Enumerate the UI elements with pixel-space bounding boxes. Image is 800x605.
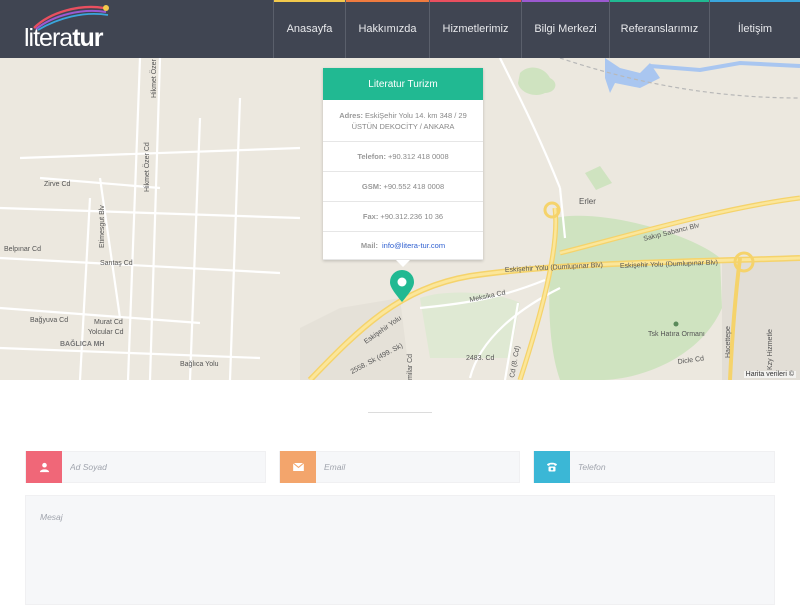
card-row-phone: Telefon: +90.312 418 0008 <box>323 142 483 172</box>
phone-label: Telefon: <box>357 152 386 161</box>
poi-marker <box>673 321 679 327</box>
email-field <box>279 451 520 483</box>
nav-accent-bar <box>522 0 609 2</box>
card-row-fax: Fax: +90.312.236 10 36 <box>323 202 483 232</box>
section-divider <box>368 412 432 413</box>
logo-wordmark: literatur <box>24 24 104 53</box>
map-label-hikmet-ozer-2: Hikmet Özer Cd <box>143 142 151 192</box>
mail-label: Mail: <box>360 241 379 250</box>
email-input[interactable] <box>316 452 519 482</box>
user-icon <box>26 451 62 483</box>
map-label-bagyuva: Bağyuva Cd <box>30 317 68 324</box>
nav-item-iletisim[interactable]: İletişim <box>709 0 800 58</box>
phone-input[interactable] <box>570 452 774 482</box>
nav-item-label: Anasayfa <box>286 23 333 35</box>
water-area <box>649 60 800 73</box>
phone-icon <box>534 451 570 483</box>
nav-item-hakkimizda[interactable]: Hakkımızda <box>345 0 429 58</box>
fax-label: Fax: <box>362 212 379 221</box>
nav-item-referanslarimiz[interactable]: Referanslarımız <box>609 0 709 58</box>
contact-info-card: Literatur Turizm Adres: EskiŞehir Yolu 14… <box>323 68 483 267</box>
park-area <box>549 215 722 380</box>
phone-value: +90.312 418 0008 <box>387 152 449 161</box>
site-logo[interactable]: literatur <box>24 5 114 53</box>
site-header: literatur Anasayfa Hakkımızda Hizmetleri… <box>0 0 800 58</box>
map-label-milar: milar Cd <box>407 354 414 380</box>
logo-bold-text: tur <box>72 24 103 52</box>
map-label-erler: Erler <box>579 197 596 206</box>
map-label-dicle: Dicle Cd <box>677 355 704 366</box>
nav-item-label: Hizmetlerimiz <box>442 23 509 35</box>
gsm-label: GSM: <box>361 182 382 191</box>
card-title: Literatur Turizm <box>323 68 483 100</box>
nav-accent-bar <box>430 0 521 2</box>
card-pointer <box>396 260 410 267</box>
logo-light-text: litera <box>24 24 73 52</box>
nav-accent-bar <box>274 0 345 2</box>
nav-item-label: Referanslarımız <box>620 23 699 35</box>
map-label-kzy: Kzy Hizmetle <box>767 329 774 370</box>
nav-item-hizmetlerimiz[interactable]: Hizmetlerimiz <box>429 0 521 58</box>
name-input[interactable] <box>62 452 265 482</box>
water-area <box>605 58 660 93</box>
map-label-baglica-yolu: Bağlıca Yolu <box>180 361 219 368</box>
nav-item-anasayfa[interactable]: Anasayfa <box>273 0 345 58</box>
name-field <box>25 451 266 483</box>
map-label-belpinar: Belpınar Cd <box>4 246 41 253</box>
nav-accent-bar <box>710 0 800 2</box>
phone-field <box>533 451 775 483</box>
message-textarea[interactable] <box>25 495 775 605</box>
map-label-murat: Murat Cd <box>94 319 123 326</box>
map-label-hikmet-ozer-1: Hikmet Özer Cd <box>150 58 158 98</box>
nav-accent-bar <box>346 0 429 2</box>
address-value: EskiŞehir Yolu 14. km 348 / 29 ÜSTÜN DEK… <box>351 110 467 131</box>
nav-item-label: Hakkımızda <box>358 23 417 35</box>
map-label-yolcular: Yolcular Cd <box>88 329 124 336</box>
map-label-hacettepe: Hacettepe <box>725 326 732 358</box>
map-label-2483: 2483. Cd <box>466 355 495 362</box>
envelope-icon <box>280 451 316 483</box>
map-label-zirve: Zirve Cd <box>44 181 71 188</box>
park-area <box>518 67 556 95</box>
nav-item-bilgi-merkezi[interactable]: Bilgi Merkezi <box>521 0 609 58</box>
map-label-etimesgut: Etimesgut Blv <box>99 205 106 248</box>
map-label-tsk: Tsk Hatıra Ormanı <box>648 331 705 338</box>
map-label-santas: Santaş Cd <box>100 260 133 267</box>
card-row-mail: Mail: info@litera-tur.com <box>323 232 483 260</box>
card-row-gsm: GSM: +90.552 418 0008 <box>323 172 483 202</box>
address-label: Adres: <box>339 110 364 120</box>
mail-link[interactable]: info@litera-tur.com <box>382 240 445 251</box>
nav-item-label: İletişim <box>737 23 773 35</box>
main-nav: Anasayfa Hakkımızda Hizmetlerimiz Bilgi … <box>273 0 800 58</box>
card-row-address: Adres: EskiŞehir Yolu 14. km 348 / 29 ÜST… <box>323 100 483 142</box>
fax-value: +90.312.236 10 36 <box>380 212 444 221</box>
map-attribution[interactable]: Harita verileri © <box>743 371 796 378</box>
park-area <box>585 166 612 190</box>
map-label-baglica-mh: BAĞLICA MH <box>60 339 104 348</box>
nav-accent-bar <box>610 0 709 2</box>
nav-item-label: Bilgi Merkezi <box>534 23 597 35</box>
gsm-value: +90.552 418 0008 <box>383 182 445 191</box>
